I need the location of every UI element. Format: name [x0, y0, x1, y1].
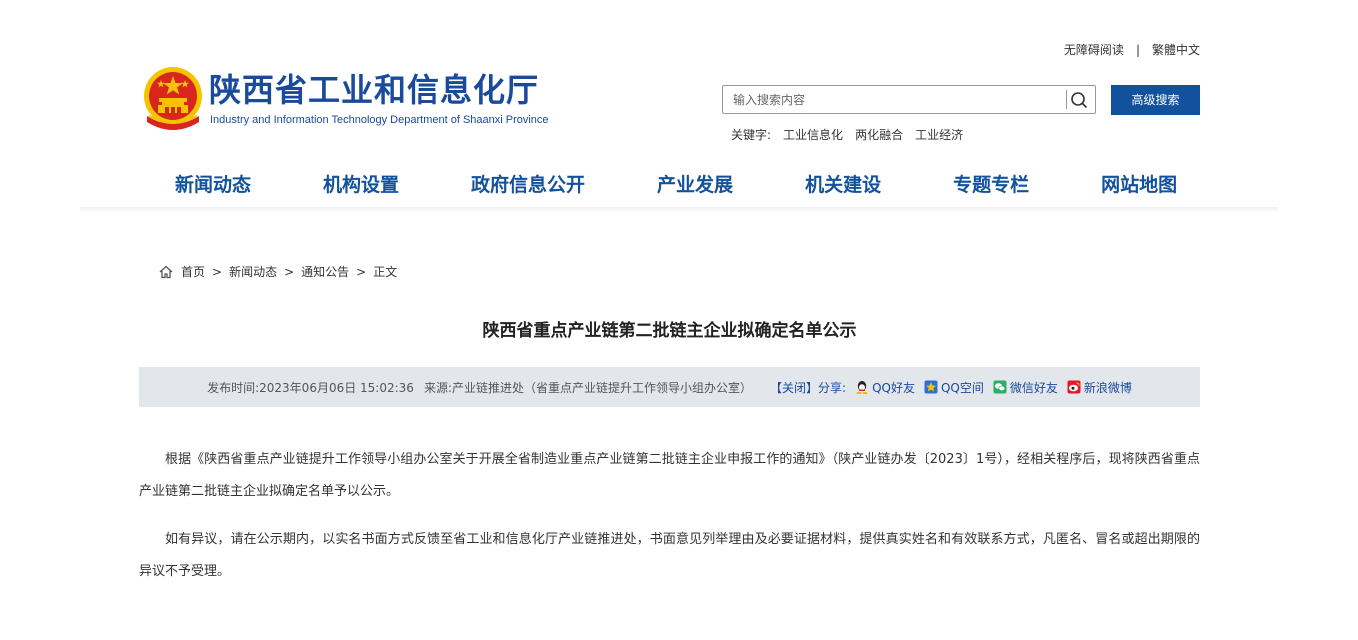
breadcrumb-separator: >	[356, 264, 367, 279]
logo-subtitle: Industry and Information Technology Depa…	[210, 114, 549, 126]
article-paragraph: 根据《陕西省重点产业链提升工作领导小组办公室关于开展全省制造业重点产业链第二批链…	[139, 452, 1200, 499]
breadcrumb: 首页 > 新闻动态 > 通知公告 > 正文	[159, 263, 397, 280]
qzone-icon	[924, 380, 938, 394]
weibo-icon	[1067, 380, 1081, 394]
share-wechat[interactable]: 微信好友	[993, 379, 1058, 396]
search-input[interactable]	[723, 86, 1063, 113]
share-qq-friend-label: QQ好友	[872, 380, 915, 395]
keyword-link[interactable]: 两化融合	[855, 126, 903, 143]
breadcrumb-news[interactable]: 新闻动态	[229, 263, 277, 280]
nav-item-special-topics[interactable]: 专题专栏	[917, 170, 1065, 200]
breadcrumb-home[interactable]: 首页	[181, 263, 205, 280]
keywords: 关键字: 工业信息化 两化融合 工业经济	[731, 126, 963, 143]
home-icon	[159, 265, 173, 278]
share-weibo-label: 新浪微博	[1083, 380, 1132, 395]
qq-icon	[856, 381, 868, 394]
share-label: 分享:	[818, 380, 847, 395]
search-icon[interactable]	[1069, 90, 1089, 110]
nav-item-party-building[interactable]: 机关建设	[769, 170, 917, 200]
search-box	[722, 85, 1096, 114]
keyword-link[interactable]: 工业经济	[915, 126, 963, 143]
traditional-chinese-link[interactable]: 繁體中文	[1152, 41, 1200, 58]
close-link[interactable]: 【关闭】	[770, 379, 818, 396]
source-label: 来源:	[423, 380, 452, 395]
top-links-separator: |	[1135, 42, 1140, 57]
nav-item-organization[interactable]: 机构设置	[287, 170, 435, 200]
keyword-link[interactable]: 工业信息化	[783, 126, 843, 143]
source-text: 产业链推进处（省重点产业链提升工作领导小组办公室）	[451, 380, 752, 395]
article-meta-bar: 发布时间: 2023年06月06日 15:02:36 来源: 产业链推进处（省重…	[139, 367, 1200, 407]
nav-item-gov-info[interactable]: 政府信息公开	[435, 170, 621, 200]
top-links: 无障碍阅读 | 繁體中文	[1064, 41, 1200, 58]
advanced-search-button[interactable]: 高级搜索	[1111, 85, 1200, 115]
share-qzone[interactable]: QQ空间	[924, 379, 984, 396]
national-emblem-icon	[144, 67, 202, 130]
accessibility-link[interactable]: 无障碍阅读	[1064, 41, 1124, 58]
wechat-icon	[993, 380, 1007, 394]
nav-item-news[interactable]: 新闻动态	[139, 170, 287, 200]
keywords-label: 关键字:	[731, 128, 772, 142]
article-title: 陕西省重点产业链第二批链主企业拟确定名单公示	[482, 321, 857, 341]
share-wechat-label: 微信好友	[1009, 380, 1058, 395]
nav-divider	[80, 207, 1278, 213]
nav-item-sitemap[interactable]: 网站地图	[1065, 170, 1213, 200]
search-divider	[1066, 90, 1067, 109]
site-logo[interactable]: 陕西省工业和信息化厅 Industry and Information Tech…	[141, 66, 571, 138]
breadcrumb-separator: >	[212, 264, 223, 279]
breadcrumb-current: 正文	[373, 265, 398, 279]
breadcrumb-notices[interactable]: 通知公告	[301, 263, 349, 280]
article-paragraph: 如有异议，请在公示期内，以实名书面方式反馈至省工业和信息化厅产业链推进处，书面意…	[139, 532, 1200, 579]
logo-title: 陕西省工业和信息化厅	[209, 71, 540, 109]
nav-item-industry[interactable]: 产业发展	[621, 170, 769, 200]
share-qzone-label: QQ空间	[940, 380, 984, 395]
publish-label: 发布时间:	[207, 380, 260, 395]
main-nav: 新闻动态 机构设置 政府信息公开 产业发展 机关建设 专题专栏 网站地图	[139, 170, 1200, 200]
share-qq-friend[interactable]: QQ好友	[855, 379, 915, 396]
publish-time: 2023年06月06日 15:02:36	[259, 380, 414, 395]
breadcrumb-separator: >	[284, 264, 295, 279]
share-weibo[interactable]: 新浪微博	[1067, 379, 1132, 396]
